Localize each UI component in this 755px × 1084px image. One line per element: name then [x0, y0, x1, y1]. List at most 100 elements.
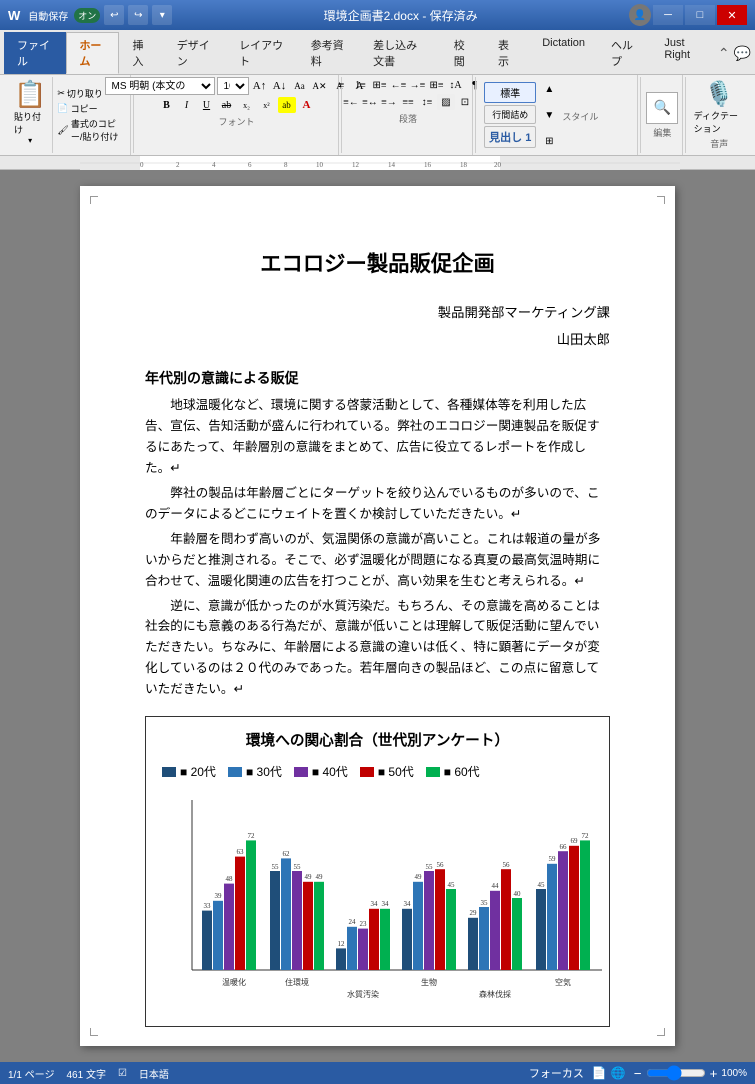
print-layout-button[interactable]: 📄: [592, 1066, 607, 1080]
undo-button[interactable]: ↩: [104, 5, 124, 25]
style-normal-text: 標準: [500, 85, 520, 100]
tab-review[interactable]: 校閲: [441, 32, 485, 74]
tab-dictation[interactable]: Dictation: [529, 32, 598, 74]
justify-button[interactable]: ⊞≡: [427, 77, 445, 93]
title-bar-right: 👤 ─ □ ✕: [629, 4, 747, 26]
format-painter-button[interactable]: 🖌書式のコピー/貼り付け: [57, 117, 121, 143]
maximize-button[interactable]: □: [685, 5, 715, 25]
bar-label: 55: [426, 863, 434, 871]
bar-label: 56: [503, 861, 511, 869]
tab-design[interactable]: デザイン: [164, 32, 226, 74]
font-shrink-button[interactable]: A↓: [271, 78, 289, 94]
tab-insert[interactable]: 挿入: [119, 32, 163, 74]
style-scroll-down-button[interactable]: ▼: [540, 107, 558, 123]
bar: [380, 909, 390, 970]
highlight-button[interactable]: ab: [278, 97, 296, 113]
tab-mailings[interactable]: 差し込み文書: [360, 32, 441, 74]
user-avatar[interactable]: 👤: [629, 4, 651, 26]
tab-view[interactable]: 表示: [485, 32, 529, 74]
tab-justright[interactable]: Just Right: [651, 32, 718, 74]
increase-indent-button[interactable]: →≡: [408, 77, 426, 93]
ribbon-collapse-button[interactable]: ⌃: [718, 45, 730, 62]
close-button[interactable]: ✕: [717, 5, 747, 25]
bar-label: 12: [338, 940, 346, 948]
tab-layout[interactable]: レイアウト: [226, 32, 298, 74]
font-name-select[interactable]: MS 明朝 (本文の: [105, 77, 215, 95]
bar-label: 44: [492, 882, 500, 890]
autosave-state[interactable]: オン: [74, 8, 100, 23]
style-expand-button[interactable]: ⊞: [540, 133, 558, 149]
numbering-button[interactable]: 1≡: [351, 77, 369, 93]
multilevel-button[interactable]: ⊞≡: [370, 77, 388, 93]
bar-label: 49: [415, 873, 423, 881]
share-button[interactable]: 💬: [734, 45, 751, 62]
legend-label-40: ■ 40代: [312, 762, 348, 782]
strikethrough-button[interactable]: ab: [218, 97, 236, 113]
zoom-out-button[interactable]: −: [634, 1066, 642, 1081]
shading-button[interactable]: ▨: [437, 94, 455, 110]
customize-qat-button[interactable]: ▾: [152, 5, 172, 25]
underline-button[interactable]: U: [198, 97, 216, 113]
bar: [202, 911, 212, 970]
zoom-level: 100%: [721, 1068, 747, 1079]
dictation-button[interactable]: 🎙️ ディクテーション: [694, 80, 745, 135]
tab-references[interactable]: 参考資料: [298, 32, 360, 74]
font-grow-button[interactable]: A↑: [251, 78, 269, 94]
bar: [558, 852, 568, 971]
style-scroll-up-button[interactable]: ▲: [540, 81, 558, 97]
tab-file[interactable]: ファイル: [4, 32, 66, 74]
zoom-in-button[interactable]: +: [710, 1066, 718, 1081]
bar: [479, 907, 489, 970]
page-corner-br: [657, 1028, 665, 1036]
proofing-icon: ☑: [118, 1068, 127, 1079]
line-spacing-button[interactable]: ↕≡: [418, 94, 436, 110]
italic-button[interactable]: I: [178, 97, 196, 113]
bold-button[interactable]: B: [158, 97, 176, 113]
bullets-button[interactable]: ≡: [332, 77, 350, 93]
change-case-button[interactable]: Aa: [291, 78, 309, 94]
font-color2-button[interactable]: A: [298, 97, 316, 113]
align-right-button[interactable]: ≡→: [380, 94, 398, 110]
tab-home[interactable]: ホーム: [66, 32, 119, 74]
font-size-select[interactable]: 10.5: [217, 77, 249, 95]
paste-button[interactable]: 📋 貼り付け ▾: [8, 77, 53, 153]
justify-full-button[interactable]: ≡≡: [399, 94, 417, 110]
subscript-button[interactable]: x₂: [238, 97, 256, 113]
tab-help[interactable]: ヘルプ: [598, 32, 651, 74]
legend-30: ■ 30代: [228, 762, 282, 782]
redo-button[interactable]: ↪: [128, 5, 148, 25]
border-button[interactable]: ⊡: [456, 94, 474, 110]
align-left-button[interactable]: ≡←: [342, 94, 360, 110]
style-normal[interactable]: 標準: [484, 82, 536, 103]
ruler-svg: 0 2 4 6 8 10 12 14 16 18 20: [80, 156, 680, 170]
style-heading1[interactable]: 見出し 1: [484, 126, 536, 148]
superscript-button[interactable]: x²: [258, 97, 276, 113]
divider-4: [640, 77, 641, 153]
bar: [468, 918, 478, 970]
sort-button[interactable]: ↕A: [446, 77, 464, 93]
bar-label: 34: [382, 900, 390, 908]
bar: [446, 889, 456, 970]
bar: [536, 889, 546, 970]
svg-text:20: 20: [494, 161, 502, 169]
copy-button[interactable]: 📄コピー: [57, 102, 121, 115]
zoom-slider[interactable]: [646, 1065, 706, 1081]
font-group: MS 明朝 (本文の 10.5 A↑ A↓ Aa A✕ A A B I U ab…: [135, 75, 338, 155]
page-corner-bl: [90, 1028, 98, 1036]
svg-text:4: 4: [212, 161, 216, 169]
bar-label: 63: [237, 848, 245, 856]
focus-button[interactable]: フォーカス: [529, 1065, 584, 1081]
page-corner-tr: [657, 196, 665, 204]
align-center-button[interactable]: ≡↔: [361, 94, 379, 110]
clear-format-button[interactable]: A✕: [311, 78, 329, 94]
title-bar-left: W 自動保存 オン ↩ ↪ ▾: [8, 5, 172, 25]
bar: [402, 909, 412, 970]
decrease-indent-button[interactable]: ←≡: [389, 77, 407, 93]
style-compact[interactable]: 行間詰め: [484, 105, 536, 124]
bar: [547, 864, 557, 970]
bar: [435, 870, 445, 971]
minimize-button[interactable]: ─: [653, 5, 683, 25]
web-layout-button[interactable]: 🌐: [611, 1066, 626, 1080]
paste-dropdown-arrow[interactable]: ▾: [28, 136, 32, 145]
search-button[interactable]: 🔍: [646, 92, 678, 124]
